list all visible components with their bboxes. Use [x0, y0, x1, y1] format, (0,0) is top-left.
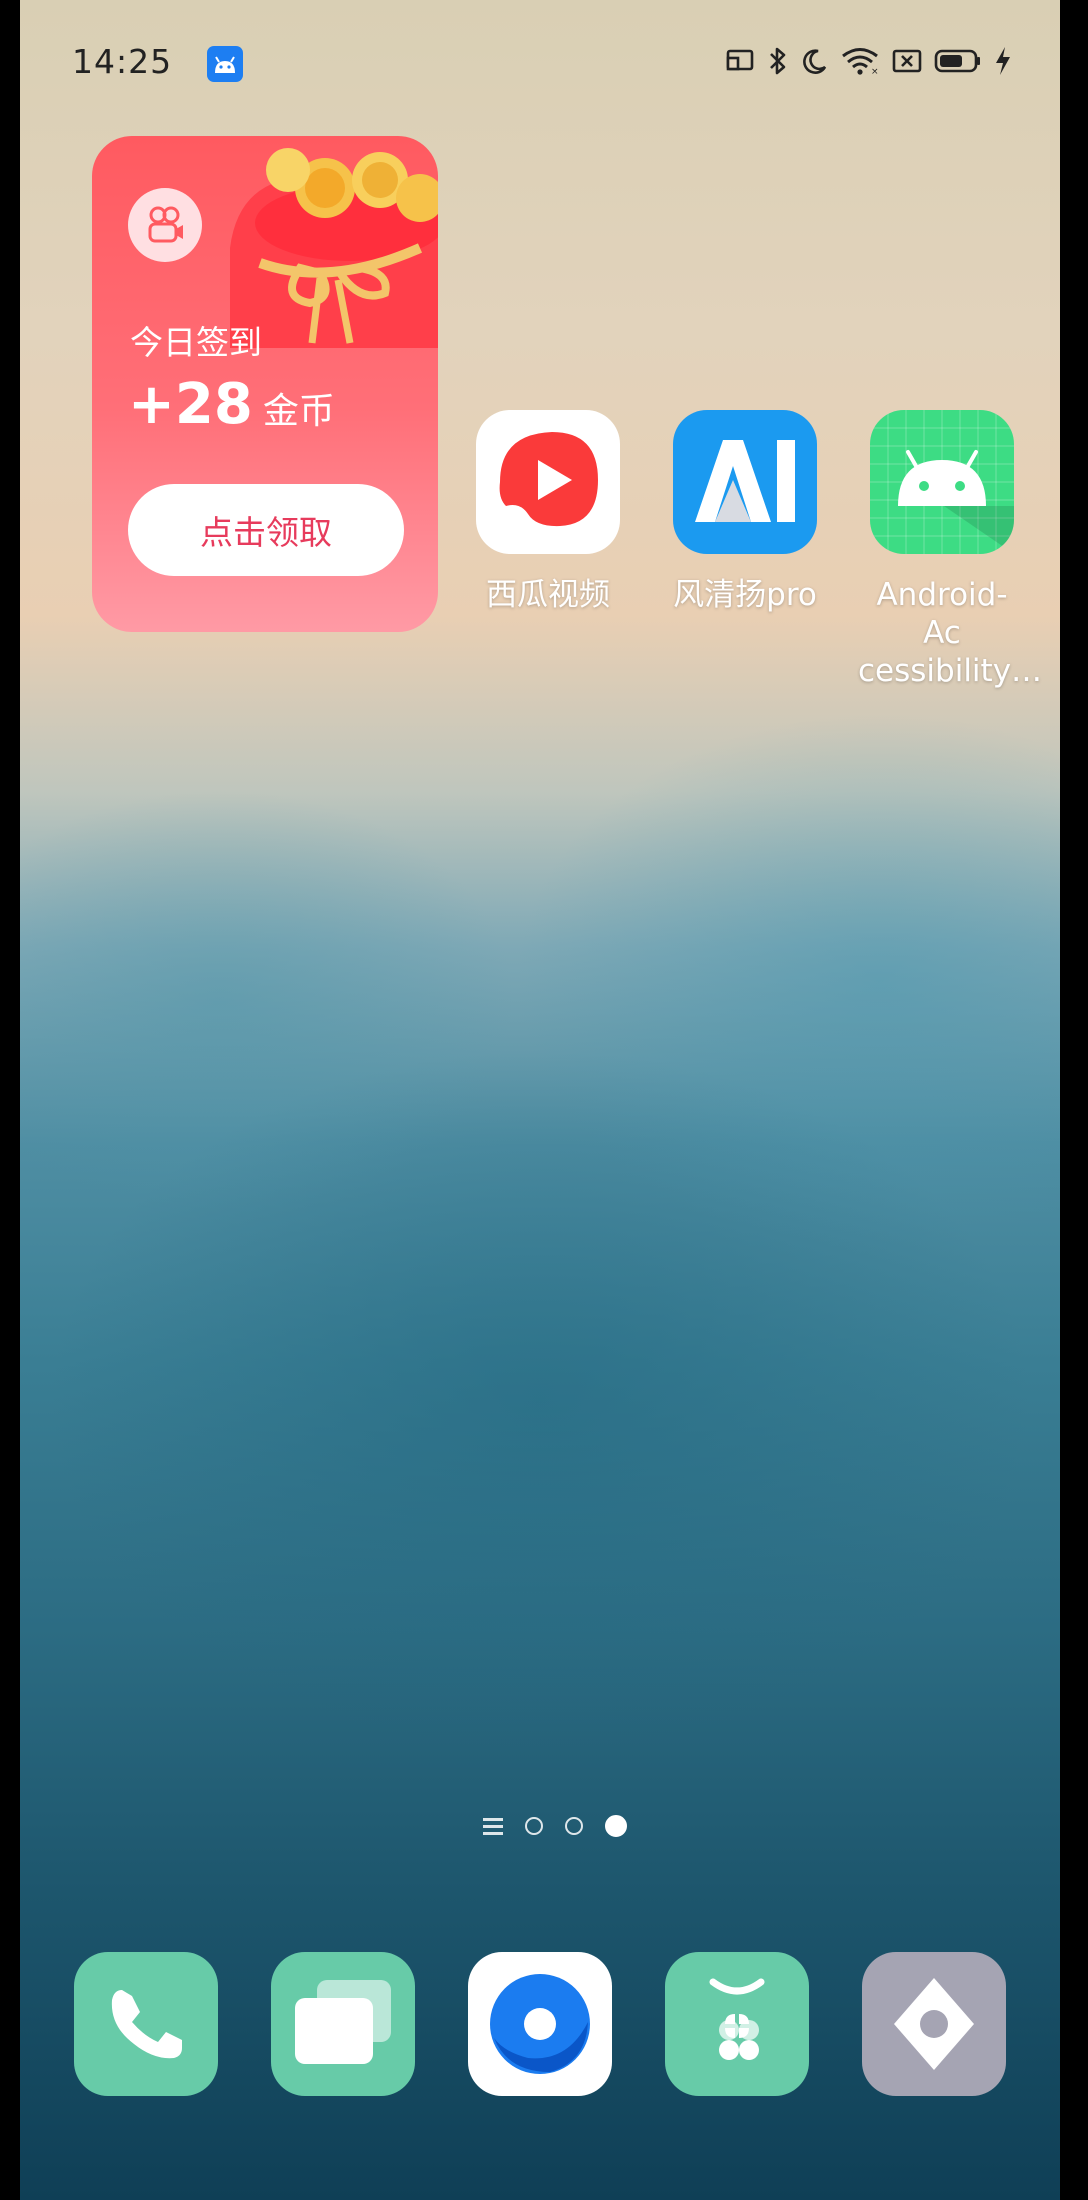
screen-edge — [1060, 0, 1088, 2200]
page-dot-3-active[interactable] — [605, 1815, 627, 1837]
video-camera-icon — [128, 188, 202, 262]
page-indicator[interactable] — [483, 1815, 627, 1837]
messages-icon[interactable] — [271, 1952, 415, 2096]
coin-amount: +28 金币 — [128, 372, 335, 437]
app-android-accessibility[interactable]: Android-Ac cessibility… — [858, 410, 1043, 690]
xigua-video-icon — [476, 410, 620, 554]
app-label: 风清扬pro — [673, 577, 817, 613]
x-box-icon — [892, 49, 922, 73]
moon-icon — [803, 49, 827, 74]
ai-icon — [673, 410, 817, 554]
coin-amount-unit: 金币 — [262, 391, 335, 432]
phone-icon[interactable] — [74, 1952, 218, 2096]
coin-amount-value: +28 — [128, 372, 253, 437]
widget-title: 今日签到 — [130, 323, 262, 362]
browser-icon[interactable] — [468, 1952, 612, 2096]
app-list-indicator-icon[interactable] — [483, 1817, 503, 1835]
app-label: 西瓜视频 — [486, 577, 610, 613]
status-icons: × — [726, 46, 1012, 76]
home-screen: 14:25 × 今日签到 +28 金币 点击领取 西瓜视频 风清扬pro And… — [20, 0, 1060, 2200]
app-xigua-video[interactable]: 西瓜视频 — [464, 410, 632, 614]
charging-bolt-icon — [996, 47, 1010, 75]
battery-icon — [934, 49, 980, 73]
page-dot-1[interactable] — [525, 1817, 543, 1835]
app-store-icon[interactable] — [665, 1952, 809, 2096]
app-fengqingyang-pro[interactable]: 风清扬pro — [661, 410, 829, 614]
page-dot-2[interactable] — [565, 1817, 583, 1835]
bluetooth-icon — [770, 47, 786, 75]
claim-button[interactable]: 点击领取 — [128, 484, 404, 576]
screen-cast-icon — [726, 49, 754, 71]
android-icon — [870, 410, 1014, 554]
sign-in-widget[interactable]: 今日签到 +28 金币 点击领取 — [92, 136, 438, 632]
status-time: 14:25 — [72, 42, 173, 81]
wifi-icon: × — [842, 48, 879, 75]
android-notification-icon — [207, 46, 243, 82]
app-label: Android-Ac cessibility… — [858, 577, 1043, 689]
settings-icon[interactable] — [862, 1952, 1006, 2096]
svg-text:×: × — [871, 67, 879, 75]
